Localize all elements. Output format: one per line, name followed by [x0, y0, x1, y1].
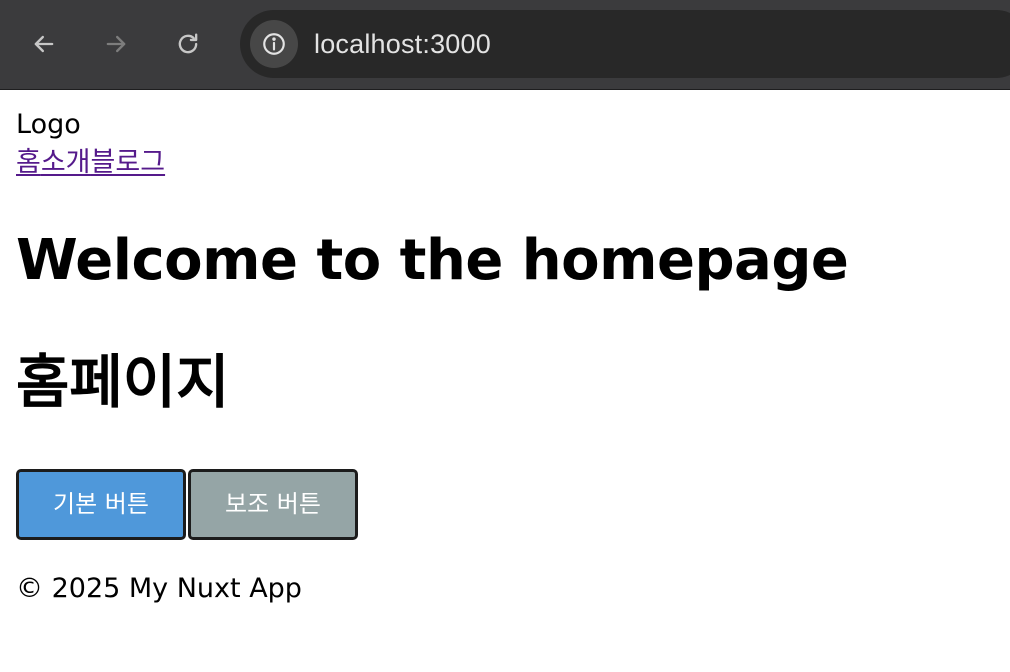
- primary-button[interactable]: 기본 버튼: [16, 469, 186, 540]
- reload-button[interactable]: [166, 22, 210, 66]
- site-info-button[interactable]: [250, 20, 298, 68]
- back-button[interactable]: [22, 22, 66, 66]
- reload-icon: [178, 33, 198, 54]
- button-row: 기본 버튼 보조 버튼: [16, 469, 358, 540]
- nav-link-home[interactable]: 홈: [16, 147, 41, 178]
- nav-link-blog[interactable]: 블로그: [91, 147, 166, 178]
- url-text[interactable]: localhost:3000: [314, 10, 491, 78]
- forward-button[interactable]: [94, 22, 138, 66]
- arrow-right-icon: [106, 35, 126, 53]
- logo: Logo: [16, 109, 81, 140]
- address-bar[interactable]: localhost:3000: [240, 10, 1010, 78]
- footer-text: © 2025 My Nuxt App: [16, 573, 302, 604]
- page-subtitle: 홈페이지: [16, 348, 230, 416]
- browser-toolbar: localhost:3000: [0, 0, 1010, 90]
- secondary-button[interactable]: 보조 버튼: [188, 469, 358, 540]
- arrow-left-icon: [34, 35, 54, 53]
- page-title: Welcome to the homepage: [16, 228, 849, 293]
- nav-link-about[interactable]: 소개: [41, 147, 91, 178]
- site-nav: 홈소개블로그: [16, 145, 165, 181]
- info-icon: [263, 33, 285, 55]
